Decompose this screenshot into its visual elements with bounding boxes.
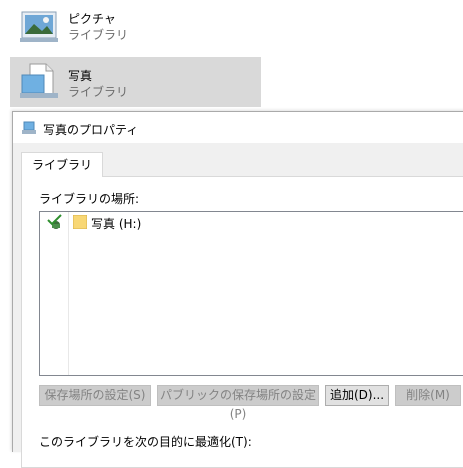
properties-dialog: 写真のプロパティ ライブラリ ライブラリの場所: 写真 (H:) 保存場所の設定… [12,111,463,468]
library-locations-list[interactable]: 写真 (H:) [39,211,463,376]
library-locations-label: ライブラリの場所: [39,192,140,206]
remove-location-button[interactable]: 削除(M) [395,385,461,406]
tab-library[interactable]: ライブラリ [21,152,104,177]
library-item-photos[interactable]: 写真 ライブラリ [10,57,261,107]
folder-icon [73,215,87,229]
library-item-label: ピクチャ [68,12,116,26]
library-properties-icon [22,121,36,134]
dialog-title: 写真のプロパティ [43,123,139,137]
optimize-for-label: このライブラリを次の目的に最適化(T): [39,435,252,449]
library-item-subtitle: ライブラリ [68,28,129,42]
library-item-label: 写真 [68,69,93,83]
photos-library-icon [20,63,58,98]
library-item-subtitle: ライブラリ [68,85,129,99]
tab-panel-library: ライブラリの場所: 写真 (H:) 保存場所の設定(S) パブリックの保存場所の… [21,176,463,468]
set-public-save-location-button[interactable]: パブリックの保存場所の設定(P) [157,385,319,421]
add-location-button[interactable]: 追加(D)... [325,385,389,406]
dialog-titlebar[interactable]: 写真のプロパティ [13,112,463,143]
pictures-library-icon [20,11,58,42]
library-item-pictures[interactable]: ピクチャ ライブラリ [10,0,261,50]
default-save-location-icon [47,214,62,229]
location-path: 写真 (H:) [91,217,142,231]
set-save-location-button[interactable]: 保存場所の設定(S) [39,385,151,406]
list-divider [68,212,69,375]
